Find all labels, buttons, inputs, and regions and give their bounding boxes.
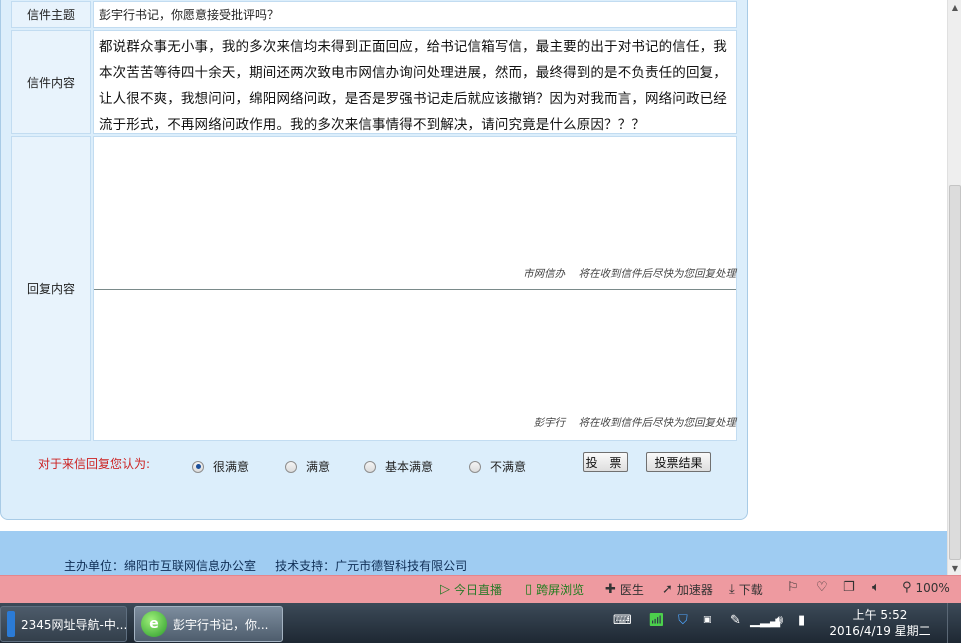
- vote-option-label: 不满意: [490, 460, 527, 474]
- reply-label: 回复内容: [11, 136, 91, 441]
- vertical-scrollbar[interactable]: ▲ ▼: [947, 0, 961, 575]
- download-label: 下载: [738, 583, 763, 597]
- browser-green-e-icon: e: [141, 611, 167, 637]
- heart-icon: ♡: [816, 580, 828, 595]
- doctor-button[interactable]: ✚ 医生: [605, 581, 644, 598]
- cross-screen-button[interactable]: ▯ 跨屏浏览: [525, 581, 584, 598]
- sound-button[interactable]: 🔈︎: [872, 581, 880, 595]
- scrollbar-thumb[interactable]: [949, 185, 961, 560]
- vote-option-unsatisfied[interactable]: 不满意: [469, 458, 526, 475]
- browser-viewport: 信件主题 彭宇行书记，你愿意接受批评吗？ 信件内容 都说群众事无小事，我的多次来…: [0, 0, 947, 575]
- shield-icon[interactable]: ⛉: [678, 613, 688, 628]
- vote-option-label: 满意: [306, 460, 331, 474]
- vote-prompt: 对于来信回复您认为:: [38, 457, 151, 471]
- battery-icon[interactable]: ▮: [798, 613, 805, 628]
- download-icon: ⤓: [729, 581, 735, 597]
- reply-signature: 彭宇行 将在收到信件后尽快为您回复处理: [533, 417, 736, 429]
- browser-2345-icon: [7, 611, 15, 637]
- scroll-down-icon[interactable]: ▼: [948, 561, 961, 575]
- window-button[interactable]: ❐: [843, 581, 855, 595]
- rocket-icon: ➚: [662, 581, 673, 597]
- taskbar-item-label: 2345网址导航-中...: [21, 617, 127, 632]
- cross-screen-label: 跨屏浏览: [536, 583, 585, 597]
- content-row: 信件内容 都说群众事无小事，我的多次来信均未得到正面回应，给书记信箱写信，最主要…: [11, 30, 737, 134]
- show-desktop-button[interactable]: [947, 603, 961, 643]
- letter-panel: 信件主题 彭宇行书记，你愿意接受批评吗？ 信件内容 都说群众事无小事，我的多次来…: [0, 0, 748, 520]
- doctor-label: 医生: [619, 583, 644, 597]
- reply-row: 回复内容 市网信办 将在收到信件后尽快为您回复处理 彭宇行 将在收到信件后尽快为…: [11, 136, 737, 441]
- phone-icon: ▯: [525, 581, 533, 597]
- vote-result-button[interactable]: 投票结果: [646, 452, 711, 472]
- reply-signature: 市网信办 将在收到信件后尽快为您回复处理: [523, 268, 736, 280]
- radio-button[interactable]: [469, 460, 481, 473]
- vote-option-label: 很满意: [213, 460, 250, 474]
- zoom-label: 100%: [915, 581, 950, 595]
- subject-value: 彭宇行书记，你愿意接受批评吗？: [93, 1, 737, 28]
- clock-date: 2016/4/19 星期二: [829, 624, 931, 638]
- window-icon: ❐: [843, 580, 855, 595]
- flag-button[interactable]: ⚐: [787, 581, 799, 595]
- reply-block: 市网信办 将在收到信件后尽快为您回复处理: [94, 137, 736, 290]
- subject-row: 信件主题 彭宇行书记，你愿意接受批评吗？: [11, 1, 737, 28]
- taskbar-item-2345-navigation[interactable]: 2345网址导航-中...: [0, 606, 127, 642]
- vote-bar: 对于来信回复您认为: 很满意 满意 基本满意 不满意 投 票 投票结果: [11, 449, 737, 479]
- volume-icon[interactable]: 🔊︎: [775, 613, 783, 628]
- vote-option-satisfied[interactable]: 满意: [285, 458, 330, 475]
- play-icon: ▷: [440, 581, 450, 597]
- browser-status-bar: ▷ 今日直播 ▯ 跨屏浏览 ✚ 医生 ➚ 加速器 ⤓ 下载 ⚐ ♡ ❐ 🔈︎ ⚲…: [0, 575, 961, 603]
- page-footer: 主办单位：绵阳市互联网信息办公室 技术支持：广元市德智科技有限公司: [0, 531, 947, 575]
- scroll-up-icon[interactable]: ▲: [948, 0, 961, 14]
- wifi-icon[interactable]: 📶︎: [648, 613, 665, 628]
- reply-block: 彭宇行 将在收到信件后尽快为您回复处理: [94, 290, 736, 440]
- flag-icon: ⚐: [787, 580, 799, 595]
- vote-option-very-satisfied[interactable]: 很满意: [192, 458, 249, 475]
- clock-time: 上午 5:52: [852, 608, 908, 622]
- live-button[interactable]: ▷ 今日直播: [440, 581, 502, 598]
- radio-button[interactable]: [192, 460, 204, 473]
- speaker-icon: 🔈︎: [872, 580, 880, 595]
- content-label: 信件内容: [11, 30, 91, 134]
- favorite-button[interactable]: ♡: [816, 581, 828, 595]
- taskbar-item-label: 彭宇行书记，你...: [173, 617, 269, 632]
- windows-taskbar: 2345网址导航-中... e 彭宇行书记，你... ⌨ 📶︎ ⛉ ▣ ✎ ▁▂…: [0, 603, 961, 643]
- content-value: 都说群众事无小事，我的多次来信均未得到正面回应，给书记信箱写信，最主要的出于对书…: [93, 30, 737, 134]
- magnifier-icon: ⚲: [902, 580, 912, 595]
- download-button[interactable]: ⤓ 下载: [729, 581, 763, 598]
- accelerator-button[interactable]: ➚ 加速器: [662, 581, 713, 598]
- tools-icon[interactable]: ▣: [703, 615, 712, 625]
- vote-button[interactable]: 投 票: [583, 452, 628, 472]
- vote-option-basically-satisfied[interactable]: 基本满意: [364, 458, 433, 475]
- taskbar-item-letter-page[interactable]: e 彭宇行书记，你...: [134, 606, 283, 642]
- accelerator-label: 加速器: [676, 583, 713, 597]
- live-label: 今日直播: [454, 583, 503, 597]
- zoom-button[interactable]: ⚲ 100%: [902, 580, 950, 596]
- reply-value: 市网信办 将在收到信件后尽快为您回复处理 彭宇行 将在收到信件后尽快为您回复处理: [93, 136, 737, 441]
- doctor-icon: ✚: [605, 581, 616, 597]
- system-clock[interactable]: 上午 5:52 2016/4/19 星期二: [820, 607, 940, 639]
- radio-button[interactable]: [285, 460, 297, 473]
- radio-button[interactable]: [364, 460, 376, 473]
- vote-option-label: 基本满意: [385, 460, 434, 474]
- pen-icon[interactable]: ✎: [730, 613, 741, 628]
- keyboard-icon[interactable]: ⌨: [613, 613, 632, 628]
- footer-text: 主办单位：绵阳市互联网信息办公室 技术支持：广元市德智科技有限公司: [64, 559, 468, 573]
- subject-label: 信件主题: [11, 1, 91, 28]
